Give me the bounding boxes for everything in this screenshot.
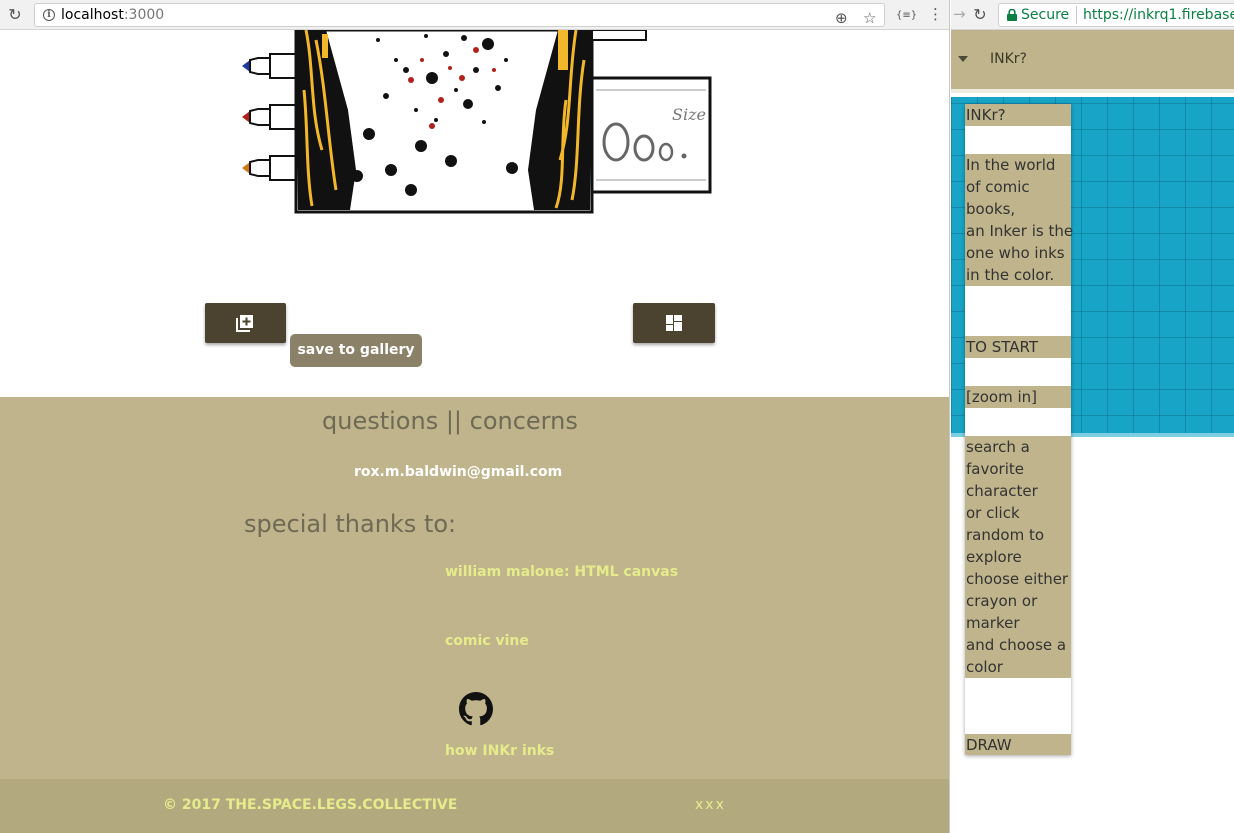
blue-marker-icon[interactable] [242,53,297,79]
address-bar[interactable]: i localhost:3000 ⊕ ☆ [34,3,885,27]
url-divider [1076,6,1077,24]
save-to-gallery-tooltip: save to gallery [290,334,422,367]
add-to-gallery-button[interactable] [205,303,286,343]
questions-heading: questions || concerns [322,407,578,435]
comic-vine-link[interactable]: comic vine [445,633,529,649]
nav-title-link[interactable]: INKr? [990,51,1027,67]
brush-size-panel[interactable]: Size [590,30,712,194]
copyright-bar [0,779,949,833]
dropdown-caret-icon[interactable] [958,56,968,62]
draw-label: DRAW [965,734,1071,755]
how-inkr-inks-link[interactable]: how INKr inks [445,743,554,759]
orange-marker-icon[interactable] [242,155,297,181]
menu-dots-icon[interactable]: ⋮ [928,5,943,23]
panel-title: INKr? [965,104,1071,126]
drawing-canvas[interactable]: Size [236,30,716,218]
bookmark-star-icon[interactable]: ☆ [863,9,876,27]
left-browser-toolbar: ↻ i localhost:3000 ⊕ ☆ {≡} ⋮ [0,0,949,30]
contact-email-link[interactable]: rox.m.baldwin@gmail.com [354,464,562,480]
zoom-icon[interactable]: ⊕ [835,9,848,27]
dashboard-icon [666,315,682,331]
info-icon[interactable]: i [43,9,55,21]
address-url: localhost:3000 [61,7,165,23]
gallery-view-button[interactable] [633,303,715,343]
special-thanks-heading: special thanks to: [244,510,457,538]
steps-text: search a favorite character or click ran… [965,436,1071,678]
copyright-text: © 2017 THE.SPACE.LEGS.COLLECTIVE [163,797,458,813]
lock-icon [1007,9,1017,21]
address-bar[interactable]: Secure https://inkrq1.firebasea [998,3,1234,27]
xxx-text: xxx [695,797,726,813]
william-malone-link[interactable]: william malone: HTML canvas [445,564,678,580]
secure-label: Secure [1021,7,1070,23]
zoom-in-label: [zoom in] [965,386,1071,408]
red-marker-icon[interactable] [242,104,297,130]
reload-icon[interactable]: ↻ [6,6,24,24]
library-add-icon [236,315,253,332]
right-browser-window: → ↻ Secure https://inkrq1.firebasea INKr… [951,0,1234,833]
left-browser-window: ↻ i localhost:3000 ⊕ ☆ {≡} ⋮ Size save t… [0,0,950,833]
info-panel: INKr? In the world of comic books, an In… [965,104,1074,755]
to-start-label: TO START [965,336,1071,358]
intro-text: In the world of comic books, an Inker is… [965,154,1074,286]
right-browser-toolbar: → ↻ Secure https://inkrq1.firebasea [951,0,1234,30]
extension-icon[interactable]: {≡} [896,7,917,25]
reload-icon[interactable]: ↻ [971,6,989,24]
forward-icon[interactable]: → [953,5,966,23]
address-url: https://inkrq1.firebasea [1083,7,1234,23]
svg-text:Size: Size [672,105,706,124]
github-icon[interactable] [459,692,493,726]
